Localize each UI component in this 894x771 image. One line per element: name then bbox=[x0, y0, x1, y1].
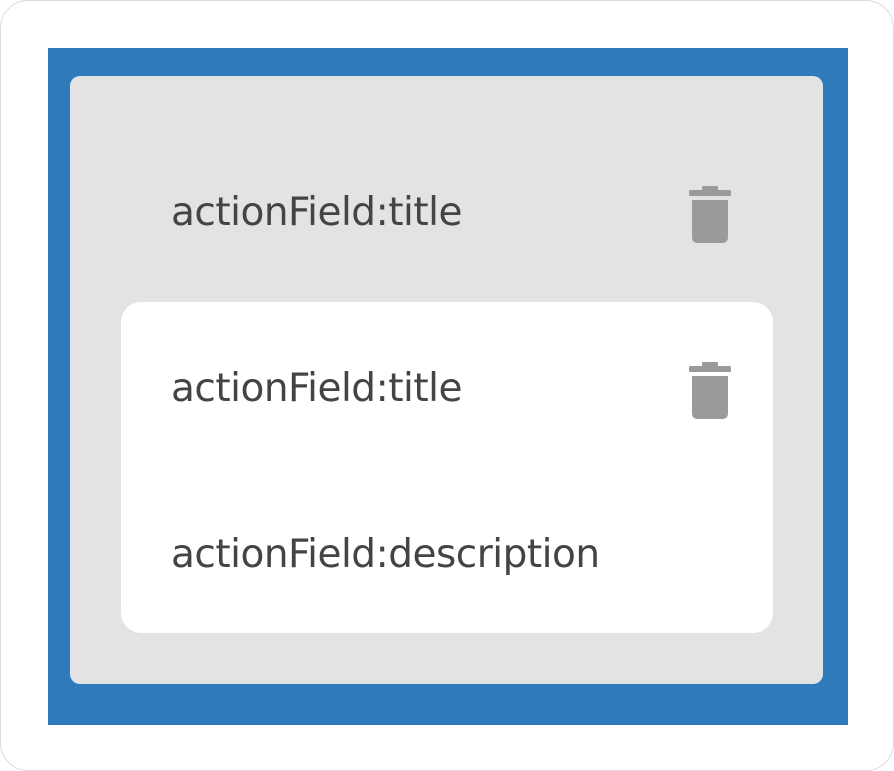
container-panel: actionField:title actionField:title acti… bbox=[48, 48, 848, 725]
nested-action-field-title: actionField:title bbox=[171, 366, 462, 411]
nested-action-field-card: actionField:title actionField:descriptio… bbox=[121, 302, 773, 633]
trash-icon[interactable] bbox=[687, 362, 733, 419]
action-field-title: actionField:title bbox=[171, 190, 462, 235]
trash-icon[interactable] bbox=[687, 186, 733, 243]
nested-action-field-description: actionField:description bbox=[171, 532, 600, 577]
screenshot-frame: actionField:title actionField:title acti… bbox=[0, 0, 894, 771]
action-field-card: actionField:title actionField:title acti… bbox=[70, 76, 823, 684]
